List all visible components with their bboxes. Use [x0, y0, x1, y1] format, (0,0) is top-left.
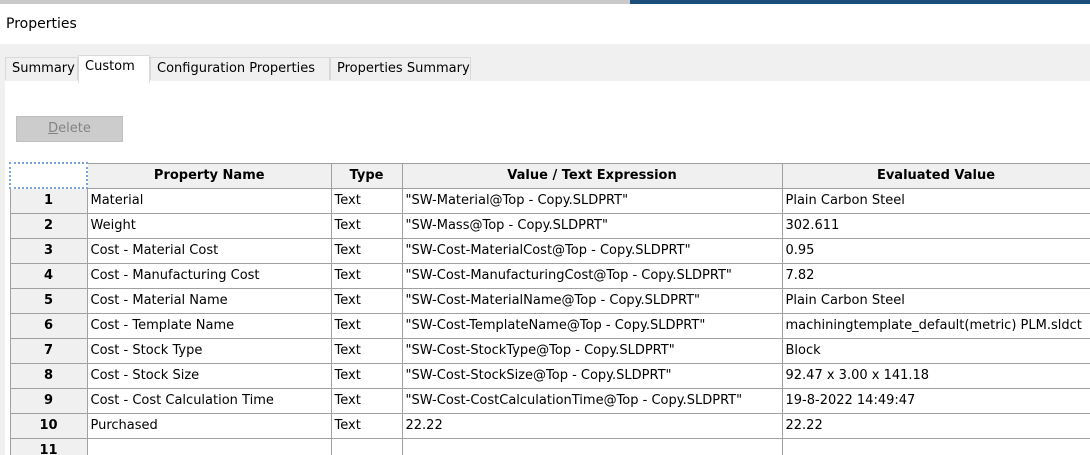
expression-cell[interactable] [401, 437, 783, 455]
evaluated-value-cell: 19-8-2022 14:49:47 [781, 387, 1090, 414]
property-name-cell[interactable]: Cost - Material Cost [86, 237, 332, 264]
tab-properties-summary[interactable]: Properties Summary [330, 57, 471, 80]
delete-button[interactable]: Delete [16, 116, 123, 142]
evaluated-value-cell: Plain Carbon Steel [781, 187, 1090, 214]
table-row[interactable]: 10 Purchased Text 22.22 22.22 [9, 412, 1090, 439]
tab-strip: Summary Custom Configuration Properties … [5, 55, 1090, 83]
type-cell[interactable]: Text [330, 262, 403, 289]
table-row[interactable]: 6 Cost - Template Name Text "SW-Cost-Tem… [9, 312, 1090, 339]
row-number[interactable]: 11 [9, 437, 88, 455]
row-number[interactable]: 3 [9, 237, 88, 264]
title-bar: Properties [0, 4, 1090, 44]
type-cell[interactable]: Text [330, 387, 403, 414]
row-number[interactable]: 1 [9, 187, 88, 214]
evaluated-value-cell: 302.611 [781, 212, 1090, 239]
expression-cell[interactable]: "SW-Cost-MaterialName@Top - Copy.SLDPRT" [401, 287, 783, 314]
expression-cell[interactable]: "SW-Cost-StockSize@Top - Copy.SLDPRT" [401, 362, 783, 389]
table-row[interactable]: 11 [9, 437, 1090, 455]
expression-cell[interactable]: "SW-Cost-MaterialCost@Top - Copy.SLDPRT" [401, 237, 783, 264]
property-name-cell[interactable]: Cost - Cost Calculation Time [86, 387, 332, 414]
column-header-value-expression[interactable]: Value / Text Expression [401, 162, 783, 189]
row-number[interactable]: 8 [9, 362, 88, 389]
expression-cell[interactable]: "SW-Cost-ManufacturingCost@Top - Copy.SL… [401, 262, 783, 289]
row-number[interactable]: 10 [9, 412, 88, 439]
type-cell[interactable]: Text [330, 212, 403, 239]
evaluated-value-cell: 0.95 [781, 237, 1090, 264]
type-cell[interactable]: Text [330, 187, 403, 214]
evaluated-value-cell: 92.47 x 3.00 x 141.18 [781, 362, 1090, 389]
window-title: Properties [6, 16, 77, 32]
grid-corner-cell[interactable] [9, 162, 88, 189]
type-cell[interactable]: Text [330, 362, 403, 389]
type-cell[interactable] [330, 437, 403, 455]
tab-custom[interactable]: Custom [78, 55, 150, 83]
property-name-cell[interactable]: Cost - Manufacturing Cost [86, 262, 332, 289]
column-header-property-name[interactable]: Property Name [86, 162, 332, 189]
delete-label: elete [58, 121, 91, 136]
property-name-cell[interactable]: Weight [86, 212, 332, 239]
row-number[interactable]: 5 [9, 287, 88, 314]
column-header-type[interactable]: Type [330, 162, 403, 189]
evaluated-value-cell: Block [781, 337, 1090, 364]
type-cell[interactable]: Text [330, 312, 403, 339]
column-header-evaluated-value[interactable]: Evaluated Value [781, 162, 1090, 189]
expression-cell[interactable]: "SW-Cost-StockType@Top - Copy.SLDPRT" [401, 337, 783, 364]
expression-cell[interactable]: "SW-Cost-TemplateName@Top - Copy.SLDPRT" [401, 312, 783, 339]
expression-cell[interactable]: "SW-Cost-CostCalculationTime@Top - Copy.… [401, 387, 783, 414]
properties-grid: Property Name Type Value / Text Expressi… [9, 162, 1090, 455]
expression-cell[interactable]: "SW-Material@Top - Copy.SLDPRT" [401, 187, 783, 214]
expression-cell[interactable]: 22.22 [401, 412, 783, 439]
property-name-cell[interactable]: Purchased [86, 412, 332, 439]
property-name-cell[interactable]: Cost - Material Name [86, 287, 332, 314]
row-number[interactable]: 6 [9, 312, 88, 339]
table-row[interactable]: 4 Cost - Manufacturing Cost Text "SW-Cos… [9, 262, 1090, 289]
type-cell[interactable]: Text [330, 287, 403, 314]
property-name-cell[interactable]: Cost - Stock Type [86, 337, 332, 364]
evaluated-value-cell [781, 437, 1090, 455]
property-name-cell[interactable]: Cost - Template Name [86, 312, 332, 339]
dialog-body: Summary Custom Configuration Properties … [0, 44, 1090, 455]
row-number[interactable]: 2 [9, 212, 88, 239]
row-number[interactable]: 4 [9, 262, 88, 289]
evaluated-value-cell: Plain Carbon Steel [781, 287, 1090, 314]
row-number[interactable]: 9 [9, 387, 88, 414]
table-row[interactable]: 9 Cost - Cost Calculation Time Text "SW-… [9, 387, 1090, 414]
evaluated-value-cell: 7.82 [781, 262, 1090, 289]
table-row[interactable]: 7 Cost - Stock Type Text "SW-Cost-StockT… [9, 337, 1090, 364]
custom-properties-page: Delete Property Name Type Value / Text E… [5, 81, 1090, 455]
type-cell[interactable]: Text [330, 412, 403, 439]
evaluated-value-cell: 22.22 [781, 412, 1090, 439]
table-row[interactable]: 1 Material Text "SW-Material@Top - Copy.… [9, 187, 1090, 214]
table-row[interactable]: 8 Cost - Stock Size Text "SW-Cost-StockS… [9, 362, 1090, 389]
evaluated-value-cell: machiningtemplate_default(metric) PLM.sl… [781, 312, 1090, 339]
type-cell[interactable]: Text [330, 337, 403, 364]
table-row[interactable]: 2 Weight Text "SW-Mass@Top - Copy.SLDPRT… [9, 212, 1090, 239]
property-name-cell[interactable]: Material [86, 187, 332, 214]
properties-grid-container: Property Name Type Value / Text Expressi… [9, 162, 1090, 455]
property-name-cell[interactable]: Cost - Stock Size [86, 362, 332, 389]
grid-header-row: Property Name Type Value / Text Expressi… [9, 162, 1090, 189]
expression-cell[interactable]: "SW-Mass@Top - Copy.SLDPRT" [401, 212, 783, 239]
type-cell[interactable]: Text [330, 237, 403, 264]
table-row[interactable]: 5 Cost - Material Name Text "SW-Cost-Mat… [9, 287, 1090, 314]
tab-summary[interactable]: Summary [5, 57, 78, 80]
tab-configuration-properties[interactable]: Configuration Properties [150, 57, 330, 80]
property-name-cell[interactable] [86, 437, 332, 455]
table-row[interactable]: 3 Cost - Material Cost Text "SW-Cost-Mat… [9, 237, 1090, 264]
row-number[interactable]: 7 [9, 337, 88, 364]
delete-mnemonic: D [48, 121, 59, 136]
